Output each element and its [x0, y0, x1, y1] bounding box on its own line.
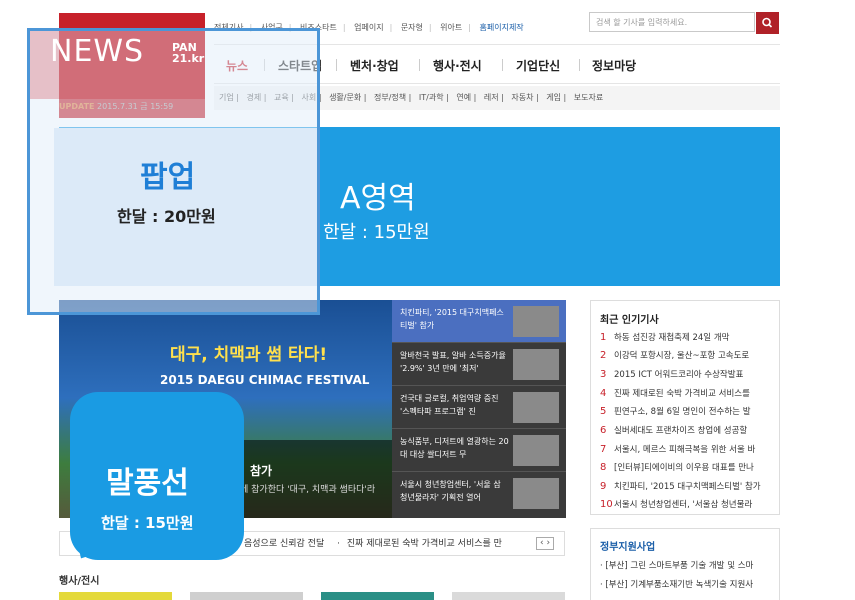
gov-support-item[interactable]: · [부산] 그린 스마트부품 기술 개발 및 스마 [600, 559, 772, 571]
event-thumbnail[interactable] [190, 592, 303, 600]
list-item-title: 알바천국 발표, 알바 소득증가율 '2.9%' 3년 만에 '최저' [400, 351, 506, 373]
gov-support-title[interactable]: 정부지원사업 [600, 538, 655, 553]
pan21-badge: PAN 21.kr [172, 41, 205, 65]
subnav-item[interactable]: IT/과학 [419, 93, 444, 102]
gov-support-item[interactable]: · [부산] 기계부품소재기반 녹색기술 지원사 [600, 578, 772, 590]
popular-item[interactable]: 1 하동 섬진강 재첩축제 24일 개막 [600, 331, 772, 343]
popular-item[interactable]: 6 실버세대도 프랜차이즈 창업에 성공할 [600, 424, 772, 436]
popular-item[interactable]: 7 서울시, 메르스 피해극복을 위한 서울 바 [600, 443, 772, 455]
top-link[interactable]: 문자형 [401, 23, 423, 32]
popular-articles-title: 최근 인기기사 [600, 315, 659, 326]
top-link-homepage[interactable]: 홈페이지제작 [480, 23, 524, 32]
photo-festival-name: 2015 DAEGU CHIMAC FESTIVAL [160, 373, 370, 387]
bubble-price: 한달 : 15만원 [101, 514, 194, 532]
nav-item-company[interactable]: 기업단신 [516, 57, 560, 74]
ad-area-a-title: A영역 [340, 181, 416, 216]
photo-caption-title[interactable]: 참가 [250, 462, 272, 479]
event-thumbnail[interactable] [452, 592, 565, 600]
subnav-item[interactable]: 연예 [456, 93, 471, 102]
list-item[interactable]: 농식품부, 디저트에 열광하는 20대 대상 쌀디저트 무 [392, 429, 566, 472]
list-item-title: 치킨파티, '2015 대구치맥페스티벌' 참가 [400, 308, 504, 330]
search-icon [762, 17, 773, 28]
ticker-item[interactable]: 진짜 제대로된 숙박 가격비교 서비스를 만 [347, 539, 502, 549]
popular-item[interactable]: 3 2015 ICT 어워드코리아 수상작발표 [600, 368, 772, 380]
subnav-item[interactable]: 보도자료 [574, 93, 603, 102]
event-thumbnail[interactable] [59, 592, 172, 600]
subnav-item[interactable]: 레저 [484, 93, 499, 102]
list-item[interactable]: 서울시 청년창업센터, '서울 삼 청년물라자' 기획전 열어 [392, 472, 566, 515]
popular-item[interactable]: 2 이강덕 포항시장, 울산~포항 고속도로 [600, 349, 772, 361]
section-heading-events[interactable]: 행사/전시 [59, 572, 99, 587]
list-item-thumbnail [513, 306, 559, 337]
list-item-thumbnail [513, 392, 559, 423]
ticker-item[interactable]: 음성으로 신뢰감 전달 [244, 539, 324, 549]
subnav-item[interactable]: 자동차 [511, 93, 533, 102]
nav-item-events[interactable]: 행사·전시 [433, 57, 482, 74]
top-link[interactable]: 업페이지 [354, 23, 383, 32]
photo-caption-sub: 에 참가한다 '대구, 치맥과 썸타다'라 [240, 485, 376, 495]
list-item-title: 건국대 글로컬, 취업역량 증진 '스펙타파 프로그램' 진 [400, 394, 499, 416]
popup-price: 한달 : 20만원 [117, 207, 216, 226]
popular-item[interactable]: 9 치킨파티, '2015 대구치맥페스티벌' 참가 [600, 480, 772, 492]
search-input[interactable]: 검색 할 기사를 입력하세요. [589, 12, 755, 32]
ad-area-a-price: 한달 : 15만원 [323, 222, 430, 243]
ticker-nav-button[interactable]: ‹ › [536, 537, 555, 550]
bubble-title: 말풍선 [106, 466, 189, 501]
headline-news-list: 치킨파티, '2015 대구치맥페스티벌' 참가 알바천국 발표, 알바 소득증… [392, 300, 566, 518]
list-item-thumbnail [513, 478, 559, 509]
list-item-thumbnail [513, 349, 559, 380]
list-item-title: 서울시 청년창업센터, '서울 삼 청년물라자' 기획전 열어 [400, 480, 501, 502]
photo-headline: 대구, 치맥과 썸 타다! [170, 345, 328, 365]
news-logo-text: NEWS [50, 34, 145, 69]
event-thumbnails [59, 592, 565, 600]
list-item-title: 농식품부, 디저트에 열광하는 20대 대상 쌀디저트 무 [400, 437, 509, 459]
popular-item[interactable]: 5 핀연구소, 8월 6일 명인이 전수하는 발 [600, 405, 772, 417]
nav-item-info[interactable]: 정보마당 [592, 57, 636, 74]
popular-item[interactable]: 10서울시 청년창업센터, '서울삼 청년물라 [600, 498, 772, 510]
subnav-item[interactable]: 정부/정책 [374, 93, 406, 102]
subnav-item[interactable]: 게임 [546, 93, 561, 102]
popular-item[interactable]: 4 진짜 제대로된 숙박 가격비교 서비스를 [600, 387, 772, 399]
subnav-item[interactable]: 생활/문화 [329, 93, 361, 102]
popup-title: 팝업 [140, 160, 196, 195]
list-item[interactable]: 알바천국 발표, 알바 소득증가율 '2.9%' 3년 만에 '최저' [392, 343, 566, 386]
list-item[interactable]: 치킨파티, '2015 대구치맥페스티벌' 참가 [392, 300, 566, 343]
popular-item[interactable]: 8 [인터뷰]티에이비의 이우용 대표를 만나 [600, 461, 772, 473]
event-thumbnail[interactable] [321, 592, 434, 600]
search-button[interactable] [756, 12, 779, 34]
list-item-thumbnail [513, 435, 559, 466]
nav-item-venture[interactable]: 벤처·창업 [350, 57, 399, 74]
top-link[interactable]: 위아트 [440, 23, 462, 32]
list-item[interactable]: 건국대 글로컬, 취업역량 증진 '스펙타파 프로그램' 진 [392, 386, 566, 429]
